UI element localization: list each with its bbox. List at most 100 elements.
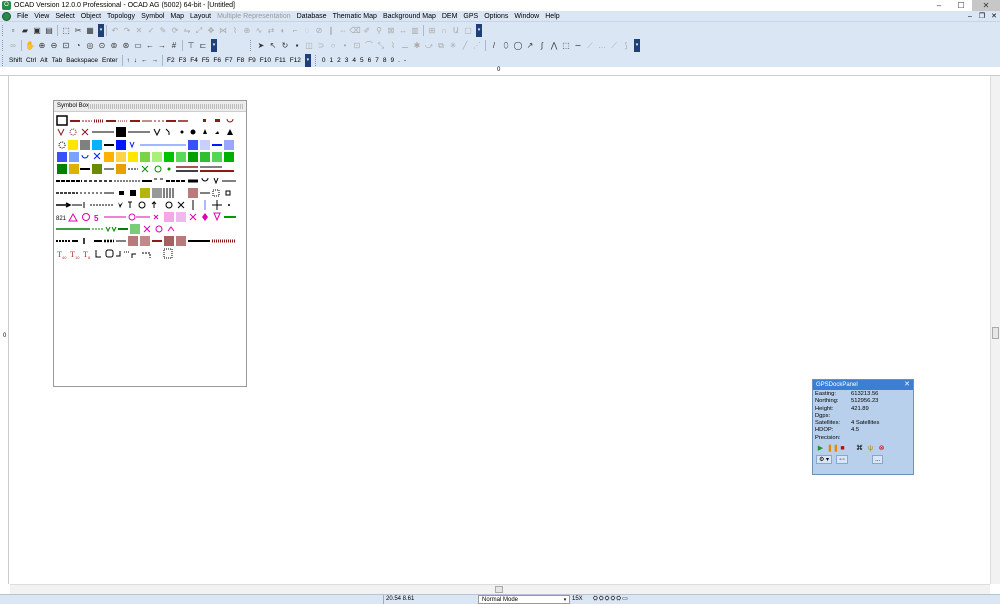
gps-panel-titlebar[interactable]: GPSDockPanel ✕	[813, 380, 913, 390]
symbol[interactable]	[202, 213, 208, 221]
symbol[interactable]	[213, 212, 221, 222]
freehand-icon[interactable]: ∫	[537, 40, 548, 51]
target-icon[interactable]: ⊗	[877, 444, 886, 453]
symbol[interactable]	[152, 188, 162, 198]
symbol[interactable]	[105, 226, 117, 233]
draft-mode-icon[interactable]: ⛭	[593, 595, 598, 604]
modifier-key[interactable]: Backspace	[64, 55, 100, 66]
measure-icon[interactable]: ↔	[398, 25, 409, 36]
symbol[interactable]	[163, 188, 174, 198]
grid-icon[interactable]: ⊞	[427, 25, 438, 36]
new-file-icon[interactable]: ▫	[8, 25, 19, 36]
symbol[interactable]	[212, 152, 222, 162]
toolbar-options-chevron[interactable]: ▾	[304, 54, 311, 67]
symbol[interactable]	[164, 236, 174, 246]
smooth-icon[interactable]: ∿	[254, 25, 265, 36]
zoom-in-icon[interactable]: ⊕	[37, 40, 48, 51]
symbol[interactable]	[152, 152, 162, 162]
mode-select[interactable]: Normal Mode ▾	[478, 595, 570, 604]
grid-hash-icon[interactable]: #	[169, 40, 180, 51]
forward-arrow-icon[interactable]: →	[157, 40, 168, 51]
symbol[interactable]	[130, 190, 136, 196]
cut-area-icon[interactable]: ◫	[304, 40, 315, 51]
clip-icon[interactable]: ⊘	[314, 25, 325, 36]
symbol[interactable]	[82, 213, 90, 221]
zoom-selection-icon[interactable]: ◎	[85, 40, 96, 51]
symbol[interactable]	[141, 165, 149, 173]
symbol[interactable]	[213, 177, 219, 185]
symbol[interactable]	[176, 236, 186, 246]
edit-object-icon[interactable]: ➤	[256, 40, 267, 51]
area-icon[interactable]: ▢	[463, 25, 474, 36]
straight-dim-icon[interactable]: ⟋	[585, 40, 596, 51]
split-icon[interactable]: ⌇	[230, 25, 241, 36]
function-key[interactable]: F7	[223, 55, 235, 66]
symbol[interactable]	[69, 128, 77, 136]
symbol[interactable]	[154, 165, 162, 173]
magnet-icon[interactable]: ∩	[439, 25, 450, 36]
symbol[interactable]	[128, 152, 138, 162]
menu-layout[interactable]: Layout	[187, 11, 214, 22]
symbol[interactable]	[140, 236, 150, 246]
parallel-icon[interactable]: ∥	[326, 25, 337, 36]
zoom-page-icon[interactable]: ⊚	[109, 40, 120, 51]
edit-icon[interactable]: ✎	[158, 25, 169, 36]
toolbar-grip[interactable]	[250, 40, 253, 51]
symbol[interactable]	[164, 212, 174, 222]
symbol[interactable]	[69, 164, 79, 174]
symbol[interactable]	[128, 213, 136, 221]
function-key[interactable]: F9	[246, 55, 258, 66]
cut-icon[interactable]: ✂	[73, 25, 84, 36]
chevron-down-icon[interactable]: ▾	[561, 596, 569, 603]
zoom-out-icon[interactable]: ⊖	[49, 40, 60, 51]
lock-icon[interactable]: ⊠	[386, 25, 397, 36]
filter-icon[interactable]: ⊤	[186, 40, 197, 51]
symbol[interactable]	[212, 200, 222, 210]
menu-view[interactable]: View	[31, 11, 52, 22]
symbol[interactable]	[190, 129, 196, 135]
symbol[interactable]	[118, 202, 123, 208]
rotate-icon[interactable]: ⟳	[170, 25, 181, 36]
digit-key[interactable]: 1	[328, 55, 336, 66]
horizontal-scrollbar[interactable]	[10, 584, 990, 594]
horizontal-scroll-thumb[interactable]	[495, 586, 503, 593]
eraser-icon[interactable]: ⌫	[349, 25, 360, 36]
vertical-scrollbar[interactable]	[990, 76, 1000, 584]
symbol[interactable]	[119, 191, 124, 195]
symbol[interactable]	[212, 189, 220, 197]
zoom-window-icon[interactable]: ⊡	[61, 40, 72, 51]
function-key[interactable]: F6	[211, 55, 223, 66]
function-key[interactable]: F8	[235, 55, 247, 66]
ellipse-icon[interactable]: ⬯	[501, 40, 512, 51]
play-icon[interactable]: ▶	[816, 444, 825, 453]
symbol[interactable]	[57, 152, 67, 162]
toolbar-grip[interactable]	[2, 40, 5, 51]
close-button[interactable]: ✕	[972, 0, 1000, 11]
function-key[interactable]: F5	[200, 55, 212, 66]
symbol[interactable]	[151, 200, 157, 208]
symbol[interactable]	[116, 164, 126, 174]
symbol[interactable]	[116, 152, 126, 162]
symbol[interactable]	[203, 129, 207, 134]
bend-icon[interactable]: ⤻	[424, 40, 435, 51]
symbol[interactable]	[116, 251, 121, 257]
toolbar-grip[interactable]	[2, 25, 5, 36]
stretch-icon[interactable]: ⤡	[376, 40, 387, 51]
center-icon[interactable]: ⊛	[121, 40, 132, 51]
menu-file[interactable]: File	[14, 11, 31, 22]
rotate-object-icon[interactable]: ↻	[280, 40, 291, 51]
symbol[interactable]	[224, 152, 234, 162]
menu-gps[interactable]: GPS	[460, 11, 481, 22]
menu-object[interactable]: Object	[78, 11, 104, 22]
corner-icon[interactable]: ⌐	[290, 25, 301, 36]
binoculars-icon[interactable]: ∞	[8, 40, 19, 51]
menu-select[interactable]: Select	[52, 11, 77, 22]
cut-object-icon[interactable]: ▪	[292, 40, 303, 51]
digit-key[interactable]: 3	[343, 55, 351, 66]
move-parallel-icon[interactable]: ⊡	[352, 40, 363, 51]
symbol[interactable]	[215, 131, 219, 134]
circle-tool-icon[interactable]: ◯	[513, 40, 524, 51]
symbol[interactable]	[200, 140, 210, 150]
symbol[interactable]	[167, 167, 171, 171]
symbol[interactable]	[165, 201, 173, 209]
